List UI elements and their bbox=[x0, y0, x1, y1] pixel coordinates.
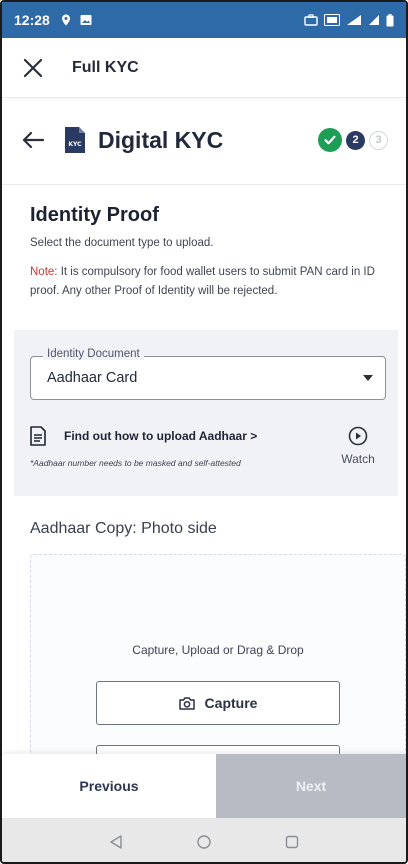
arrow-left-icon bbox=[22, 131, 44, 149]
close-button[interactable] bbox=[20, 55, 46, 81]
step-3-pending: 3 bbox=[369, 130, 388, 150]
kyc-icon-text: KYC bbox=[68, 141, 82, 148]
navigation-bar bbox=[2, 818, 406, 862]
nav-home-button[interactable] bbox=[192, 830, 216, 854]
section-subtitle: Select the document type to upload. bbox=[30, 237, 214, 249]
howto-link[interactable]: Find out how to upload Aadhaar > bbox=[64, 429, 257, 443]
section-heading: Identity Proof bbox=[30, 204, 159, 226]
square-recents-icon bbox=[285, 835, 299, 849]
select-value: Aadhaar Card bbox=[47, 370, 138, 386]
location-icon bbox=[60, 14, 72, 26]
howto-section: Find out how to upload Aadhaar > *Aadhaa… bbox=[30, 426, 330, 468]
identity-document-select[interactable]: Identity Document Aadhaar Card bbox=[30, 348, 386, 400]
howto-row[interactable]: Find out how to upload Aadhaar > bbox=[30, 426, 330, 446]
identity-proof-section: Identity Proof Select the document type … bbox=[30, 204, 382, 301]
signal-icon bbox=[368, 14, 380, 26]
capture-button[interactable]: Capture bbox=[96, 681, 340, 725]
previous-button[interactable]: Previous bbox=[2, 754, 216, 818]
document-panel: Identity Document Aadhaar Card Find out … bbox=[14, 330, 398, 496]
signal-icon bbox=[346, 14, 362, 26]
watch-button[interactable]: Watch bbox=[336, 426, 380, 466]
note-text: It is compulsory for food wallet users t… bbox=[30, 266, 375, 297]
triangle-back-icon bbox=[110, 835, 122, 849]
back-button[interactable] bbox=[20, 127, 46, 153]
dropzone-text: Capture, Upload or Drag & Drop bbox=[132, 643, 304, 657]
select-label: Identity Document bbox=[43, 348, 144, 360]
next-button[interactable]: Next bbox=[216, 754, 406, 818]
step-indicator: 2 3 bbox=[318, 128, 388, 152]
check-icon bbox=[324, 135, 336, 145]
status-bar: 12:28 bbox=[2, 2, 406, 38]
briefcase-icon bbox=[304, 14, 318, 26]
note-label: Note: bbox=[30, 266, 58, 278]
app-bar: Full KYC bbox=[2, 38, 406, 98]
watch-label: Watch bbox=[341, 452, 375, 466]
play-circle-icon bbox=[348, 426, 368, 446]
header-divider bbox=[2, 184, 406, 185]
status-time: 12:28 bbox=[14, 12, 50, 28]
page-title: Digital KYC bbox=[98, 126, 224, 153]
gallery-icon bbox=[80, 14, 92, 26]
device-frame: 12:28 Full KYC KYC Digital KYC 2 3 Ident… bbox=[0, 0, 408, 864]
kyc-header: KYC Digital KYC 2 3 bbox=[2, 108, 406, 172]
status-icons bbox=[304, 13, 394, 27]
camera-icon bbox=[178, 697, 195, 710]
app-title: Full KYC bbox=[72, 58, 139, 76]
step-2-current: 2 bbox=[346, 130, 365, 150]
close-icon bbox=[23, 58, 43, 77]
volte-icon bbox=[324, 14, 340, 26]
action-bar: Previous Next bbox=[2, 754, 406, 818]
upload-title: Aadhaar Copy: Photo side bbox=[30, 520, 217, 537]
document-icon bbox=[30, 426, 46, 446]
nav-recents-button[interactable] bbox=[280, 830, 304, 854]
circle-home-icon bbox=[197, 835, 211, 849]
battery-icon bbox=[386, 13, 394, 27]
kyc-document-icon: KYC bbox=[65, 127, 85, 153]
capture-label: Capture bbox=[204, 695, 258, 711]
aadhaar-disclaimer: *Aadhaar number needs to be masked and s… bbox=[30, 458, 241, 468]
pan-note: Note: It is compulsory for food wallet u… bbox=[30, 263, 382, 301]
upload-dropzone[interactable]: Capture, Upload or Drag & Drop Capture bbox=[30, 554, 406, 789]
nav-back-button[interactable] bbox=[104, 830, 128, 854]
step-1-complete bbox=[318, 128, 342, 152]
caret-down-icon bbox=[363, 375, 373, 381]
